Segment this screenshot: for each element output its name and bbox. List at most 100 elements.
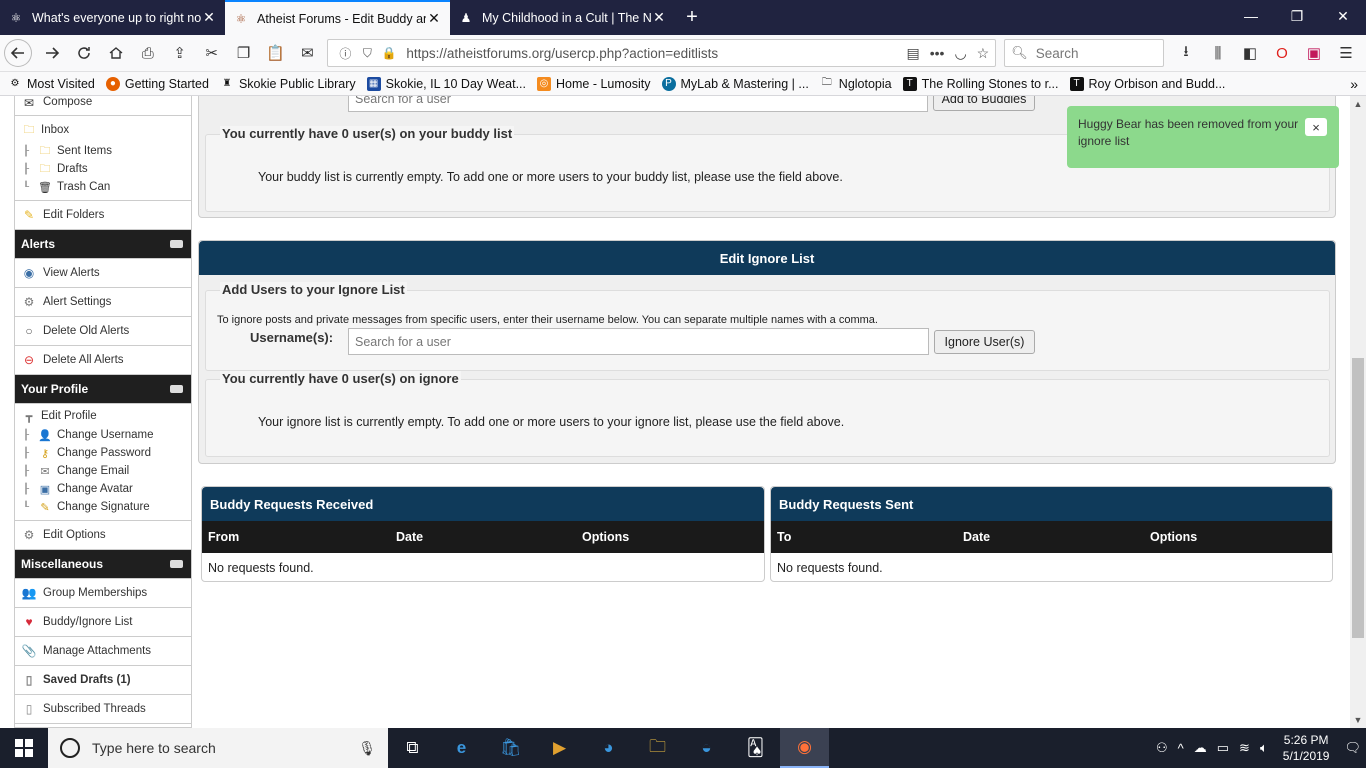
- scroll-down-arrow-icon[interactable]: ▼: [1350, 712, 1366, 728]
- sidebar-header-profile[interactable]: Your Profile: [15, 375, 191, 404]
- sidebar-item-edit-folders[interactable]: ✎ Edit Folders: [15, 201, 191, 230]
- copy-button[interactable]: ❐: [228, 39, 260, 67]
- sidebar-item-change-email[interactable]: ┠ ✉ Change Email: [15, 462, 191, 480]
- collapse-icon[interactable]: [170, 240, 183, 248]
- sidebar-header-misc[interactable]: Miscellaneous: [15, 550, 191, 579]
- collapse-icon[interactable]: [170, 385, 183, 393]
- reload-button[interactable]: [68, 39, 100, 67]
- tab-whats-everyone[interactable]: ⚛ What's everyone up to right no ✕: [0, 0, 225, 35]
- taskbar-media-player[interactable]: ▶: [535, 728, 584, 768]
- taskbar-file-explorer[interactable]: 🗀: [633, 728, 682, 768]
- sidebar-item-edit-profile[interactable]: ┳ Edit Profile: [15, 406, 191, 426]
- bookmark-skokie-library[interactable]: ♜ Skokie Public Library: [220, 77, 355, 91]
- sidebar-header-alerts[interactable]: Alerts: [15, 230, 191, 259]
- bookmark-star-icon[interactable]: ☆: [977, 45, 990, 62]
- collapse-icon[interactable]: [170, 560, 183, 568]
- back-button[interactable]: [4, 39, 32, 67]
- close-tab-icon[interactable]: ✕: [426, 10, 442, 27]
- onedrive-icon[interactable]: ☁: [1194, 740, 1207, 756]
- action-center-icon[interactable]: 🗨: [1344, 740, 1361, 756]
- taskbar-firefox[interactable]: ◉: [780, 728, 829, 768]
- browser-search-box[interactable]: 🔍︎ Search: [1004, 39, 1164, 67]
- page-scrollbar[interactable]: ▲ ▼: [1350, 96, 1366, 728]
- sidebar-item-change-signature[interactable]: ┖ ✎ Change Signature: [15, 498, 191, 516]
- add-to-buddies-button[interactable]: Add to Buddies: [933, 96, 1035, 111]
- paste-button[interactable]: 📋: [260, 39, 292, 67]
- bookmark-getting-started[interactable]: ● Getting Started: [105, 76, 209, 91]
- lock-icon[interactable]: 🔒: [378, 46, 400, 60]
- minimize-icon[interactable]: —: [1228, 0, 1274, 32]
- taskbar-edge[interactable]: e: [437, 728, 486, 768]
- people-icon[interactable]: ⚇: [1156, 740, 1168, 756]
- chevron-up-icon[interactable]: ^: [1178, 741, 1184, 756]
- forward-button[interactable]: [36, 39, 68, 67]
- sidebar-item-view-alerts[interactable]: ◉ View Alerts: [15, 259, 191, 288]
- bookmark-roy-orbison[interactable]: T Roy Orbison and Budd...: [1069, 76, 1225, 91]
- tab-atheist-forums[interactable]: ⚛ Atheist Forums - Edit Buddy an ✕: [225, 0, 450, 35]
- sidebar-item-delete-all-alerts[interactable]: ⊖ Delete All Alerts: [15, 346, 191, 375]
- print-button[interactable]: ⎙: [132, 39, 164, 67]
- taskbar-store[interactable]: 🛍: [486, 728, 535, 768]
- tracking-shield-icon[interactable]: ⛉: [356, 46, 378, 61]
- sidebar-item-change-password[interactable]: ┠ ⚷ Change Password: [15, 444, 191, 462]
- sidebar-item-compose[interactable]: ✉ Compose: [15, 96, 191, 116]
- bookmark-weather[interactable]: ▦ Skokie, IL 10 Day Weat...: [366, 76, 526, 91]
- scroll-up-arrow-icon[interactable]: ▲: [1350, 96, 1366, 112]
- bookmarks-overflow-icon[interactable]: »: [1350, 76, 1358, 92]
- info-icon[interactable]: ⓘ: [334, 45, 356, 62]
- sidebar-item-trash[interactable]: ┖ 🗑 Trash Can: [15, 178, 191, 196]
- taskbar-app-blue[interactable]: ◕: [584, 728, 633, 768]
- sidebar-item-change-avatar[interactable]: ┠ ▣ Change Avatar: [15, 480, 191, 498]
- email-link-button[interactable]: ✉: [291, 39, 323, 67]
- ignore-username-input[interactable]: Search for a user: [348, 328, 929, 355]
- reader-view-icon[interactable]: ▤: [906, 45, 919, 62]
- scrollbar-thumb[interactable]: [1352, 358, 1364, 638]
- close-tab-icon[interactable]: ✕: [201, 9, 217, 26]
- bookmark-rolling-stones[interactable]: T The Rolling Stones to r...: [902, 76, 1059, 91]
- wifi-icon[interactable]: ≋: [1239, 740, 1250, 756]
- bookmark-mylab[interactable]: P MyLab & Mastering | ...: [661, 76, 809, 91]
- pocket-icon[interactable]: ◡: [954, 45, 966, 62]
- battery-icon[interactable]: ▭: [1217, 740, 1229, 756]
- sidebar-item-buddy-ignore-list[interactable]: ♥ Buddy/Ignore List: [15, 608, 191, 637]
- microphone-icon[interactable]: 🎙: [358, 740, 376, 757]
- clock[interactable]: 5:26 PM 5/1/2019: [1283, 732, 1330, 764]
- sidebar-item-drafts[interactable]: ┠ 🗀 Drafts: [15, 160, 191, 178]
- sidebar-item-manage-attachments[interactable]: 📎 Manage Attachments: [15, 637, 191, 666]
- extension-button[interactable]: ▣: [1298, 39, 1330, 67]
- sidebar-item-delete-old-alerts[interactable]: ○ Delete Old Alerts: [15, 317, 191, 346]
- tab-childhood-cult[interactable]: ♟ My Childhood in a Cult | The N ✕: [450, 0, 675, 35]
- opera-extension-button[interactable]: O: [1266, 39, 1298, 67]
- taskbar-search-box[interactable]: Type here to search 🎙: [48, 728, 388, 768]
- url-text[interactable]: https://atheistforums.org/usercp.php?act…: [400, 46, 906, 61]
- sidebar-item-edit-options[interactable]: ⚙ Edit Options: [15, 521, 191, 550]
- task-view-button[interactable]: ⧉: [388, 728, 437, 768]
- close-tab-icon[interactable]: ✕: [651, 9, 667, 26]
- sidebar-button[interactable]: ◧: [1234, 39, 1266, 67]
- buddy-username-input[interactable]: Search for a user: [348, 96, 928, 112]
- sidebar-item-saved-drafts[interactable]: ▯ Saved Drafts (1): [15, 666, 191, 695]
- sidebar-item-group-memberships[interactable]: 👥 Group Memberships: [15, 579, 191, 608]
- bookmark-nglotopia[interactable]: 🗀 Nglotopia: [820, 77, 892, 91]
- address-bar[interactable]: ⓘ ⛉ 🔒 https://atheistforums.org/usercp.p…: [327, 39, 997, 67]
- close-window-icon[interactable]: ✕: [1320, 0, 1366, 32]
- bookmark-lumosity[interactable]: ◎ Home - Lumosity: [537, 76, 651, 91]
- taskbar-app-swoosh[interactable]: ◒: [682, 728, 731, 768]
- taskbar-solitaire[interactable]: 🂡: [731, 728, 780, 768]
- menu-button[interactable]: ☰: [1330, 39, 1362, 67]
- cut-button[interactable]: ✂: [196, 39, 228, 67]
- bookmark-most-visited[interactable]: ⚙ Most Visited: [8, 77, 95, 91]
- sidebar-item-change-username[interactable]: ┠ 👤 Change Username: [15, 426, 191, 444]
- page-actions-icon[interactable]: •••: [930, 45, 945, 62]
- home-button[interactable]: [100, 39, 132, 67]
- volume-icon[interactable]: 🔈︎: [1260, 740, 1268, 756]
- sidebar-item-alert-settings[interactable]: ⚙ Alert Settings: [15, 288, 191, 317]
- library-button[interactable]: ⫼: [1202, 39, 1234, 67]
- ignore-users-button[interactable]: Ignore User(s): [934, 330, 1035, 354]
- save-page-button[interactable]: ⇪: [164, 39, 196, 67]
- sidebar-item-sent-items[interactable]: ┠ 🗀 Sent Items: [15, 142, 191, 160]
- downloads-button[interactable]: ⭳: [1170, 39, 1202, 67]
- sidebar-item-inbox[interactable]: 🗀 Inbox: [15, 118, 191, 142]
- start-button[interactable]: [0, 728, 48, 768]
- sidebar-item-subscribed-threads[interactable]: ▯ Subscribed Threads: [15, 695, 191, 724]
